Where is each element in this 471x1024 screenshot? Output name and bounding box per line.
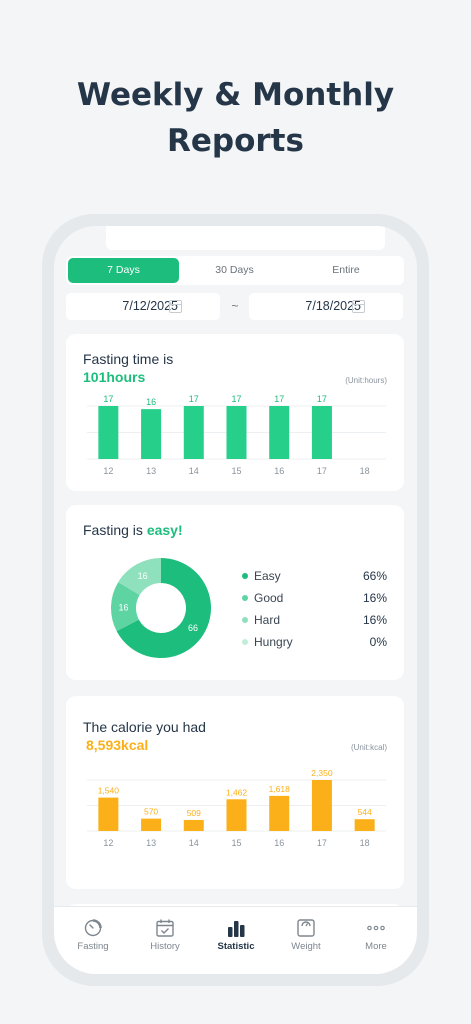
mood-donut-chart: 66 16 16 (111, 558, 211, 658)
x-tick-label: 15 (231, 838, 241, 848)
legend-label-hard: Hard (254, 613, 281, 627)
legend-dot-good (242, 595, 248, 601)
x-tick-label: 13 (146, 466, 156, 476)
fasting-bar-chart: 17 12 16 13 17 14 17 15 17 16 17 17 18 (87, 394, 386, 476)
bar (141, 818, 162, 831)
period-tab-bar: 7 Days 30 Days Entire (66, 256, 404, 285)
start-date-value: 7/12/2025 (122, 299, 178, 313)
calorie-bar-chart: 1,540 12 570 13 509 14 1,462 15 1,618 16 2,350 17 54… (87, 768, 386, 848)
bar-chart-icon (228, 921, 245, 937)
legend-label-easy: Easy (254, 569, 281, 583)
bar-value-label: 570 (144, 807, 158, 817)
bar-value-label: 544 (358, 807, 372, 817)
bar (226, 406, 247, 459)
legend-value-hard: 16% (362, 613, 387, 627)
tab-entire[interactable]: Entire (290, 258, 402, 283)
calendar-check-icon (156, 919, 174, 937)
fasting-time-card: Fasting time is 101hours (Unit:hours) 17… (66, 334, 404, 491)
bottom-navigation: Fasting History Statistic Weight More (54, 906, 417, 974)
nav-statistic[interactable]: Statistic (200, 907, 272, 963)
bar (311, 406, 332, 459)
bar (354, 819, 375, 831)
bar-value-label: 17 (189, 394, 199, 404)
slice-label: 16 (119, 602, 129, 612)
legend-label-good: Good (254, 591, 284, 605)
bar-value-label: 509 (187, 808, 201, 818)
x-tick-label: 17 (317, 838, 327, 848)
x-tick-label: 18 (360, 466, 370, 476)
bar-value-label: 17 (317, 394, 327, 404)
bar-value-label: 1,462 (226, 787, 248, 797)
bar (183, 406, 204, 459)
calorie-card: The calorie you had 8,593kcal (Unit:kcal… (66, 696, 404, 889)
nav-more-label: More (365, 941, 387, 952)
nav-more[interactable]: More (340, 907, 412, 963)
end-date-field[interactable]: 7/18/2025 (249, 293, 403, 320)
headline-line-1: Weekly & Monthly (76, 77, 395, 113)
date-range-separator: ~ (231, 299, 239, 313)
slice-label: 16 (138, 571, 148, 581)
scale-icon (297, 919, 315, 937)
more-dots-icon (367, 925, 385, 931)
end-date-value: 7/18/2025 (305, 299, 361, 313)
headline-line-2: Reports (167, 123, 304, 159)
legend-row-easy: Easy 66% (242, 568, 387, 584)
legend-label-hungry: Hungry (254, 635, 293, 649)
x-tick-label: 16 (274, 466, 284, 476)
nav-weight-label: Weight (291, 941, 321, 952)
x-tick-label: 15 (231, 466, 241, 476)
x-tick-label: 16 (274, 838, 284, 848)
nav-history-label: History (150, 941, 180, 952)
bar (311, 780, 332, 831)
slice-label: 66 (188, 623, 198, 633)
calendar-icon (352, 300, 365, 313)
x-tick-label: 14 (189, 838, 199, 848)
bar-value-label: 17 (231, 394, 241, 404)
legend-row-hungry: Hungry 0% (242, 634, 387, 650)
x-tick-label: 18 (360, 838, 370, 848)
nav-statistic-label: Statistic (217, 941, 255, 952)
legend-value-easy: 66% (362, 569, 387, 583)
app-screen: 7 Days 30 Days Entire 7/12/2025 ~ 7/18/2… (54, 226, 417, 974)
bar-value-label: 2,350 (311, 768, 333, 778)
calendar-icon (169, 300, 182, 313)
x-tick-label: 12 (103, 838, 113, 848)
bar (98, 797, 119, 831)
x-tick-label: 17 (317, 466, 327, 476)
legend-row-good: Good 16% (242, 590, 387, 606)
page-headline: Weekly & Monthly Reports (0, 72, 471, 164)
bar (141, 409, 162, 459)
bar-value-label: 1,540 (98, 786, 120, 796)
legend-value-good: 16% (362, 591, 387, 605)
bar-value-label: 17 (103, 394, 113, 404)
bar-value-label: 17 (274, 394, 284, 404)
legend-dot-hungry (242, 639, 248, 645)
tab-30-days[interactable]: 30 Days (179, 258, 290, 283)
x-tick-label: 14 (189, 466, 199, 476)
bar-value-label: 16 (146, 397, 156, 407)
timer-icon (84, 919, 102, 937)
x-tick-label: 12 (103, 466, 113, 476)
bar (183, 819, 204, 831)
nav-history[interactable]: History (129, 907, 201, 963)
nav-weight[interactable]: Weight (270, 907, 342, 963)
legend-dot-hard (242, 617, 248, 623)
nav-fasting-label: Fasting (77, 941, 109, 952)
bar-value-label: 1,618 (269, 784, 291, 794)
nav-fasting[interactable]: Fasting (57, 907, 129, 963)
bar (269, 406, 290, 459)
x-tick-label: 13 (146, 838, 156, 848)
bar (98, 406, 119, 459)
bar (269, 795, 290, 831)
start-date-field[interactable]: 7/12/2025 (66, 293, 220, 320)
fasting-mood-card: Fasting is easy! 66 16 16 Easy 66% Good 16… (66, 505, 404, 680)
legend-dot-easy (242, 573, 248, 579)
bar (226, 799, 247, 831)
legend-row-hard: Hard 16% (242, 612, 387, 628)
legend-value-hungry: 0% (369, 635, 387, 649)
tab-7-days[interactable]: 7 Days (68, 258, 179, 283)
status-bar-area (106, 226, 385, 250)
